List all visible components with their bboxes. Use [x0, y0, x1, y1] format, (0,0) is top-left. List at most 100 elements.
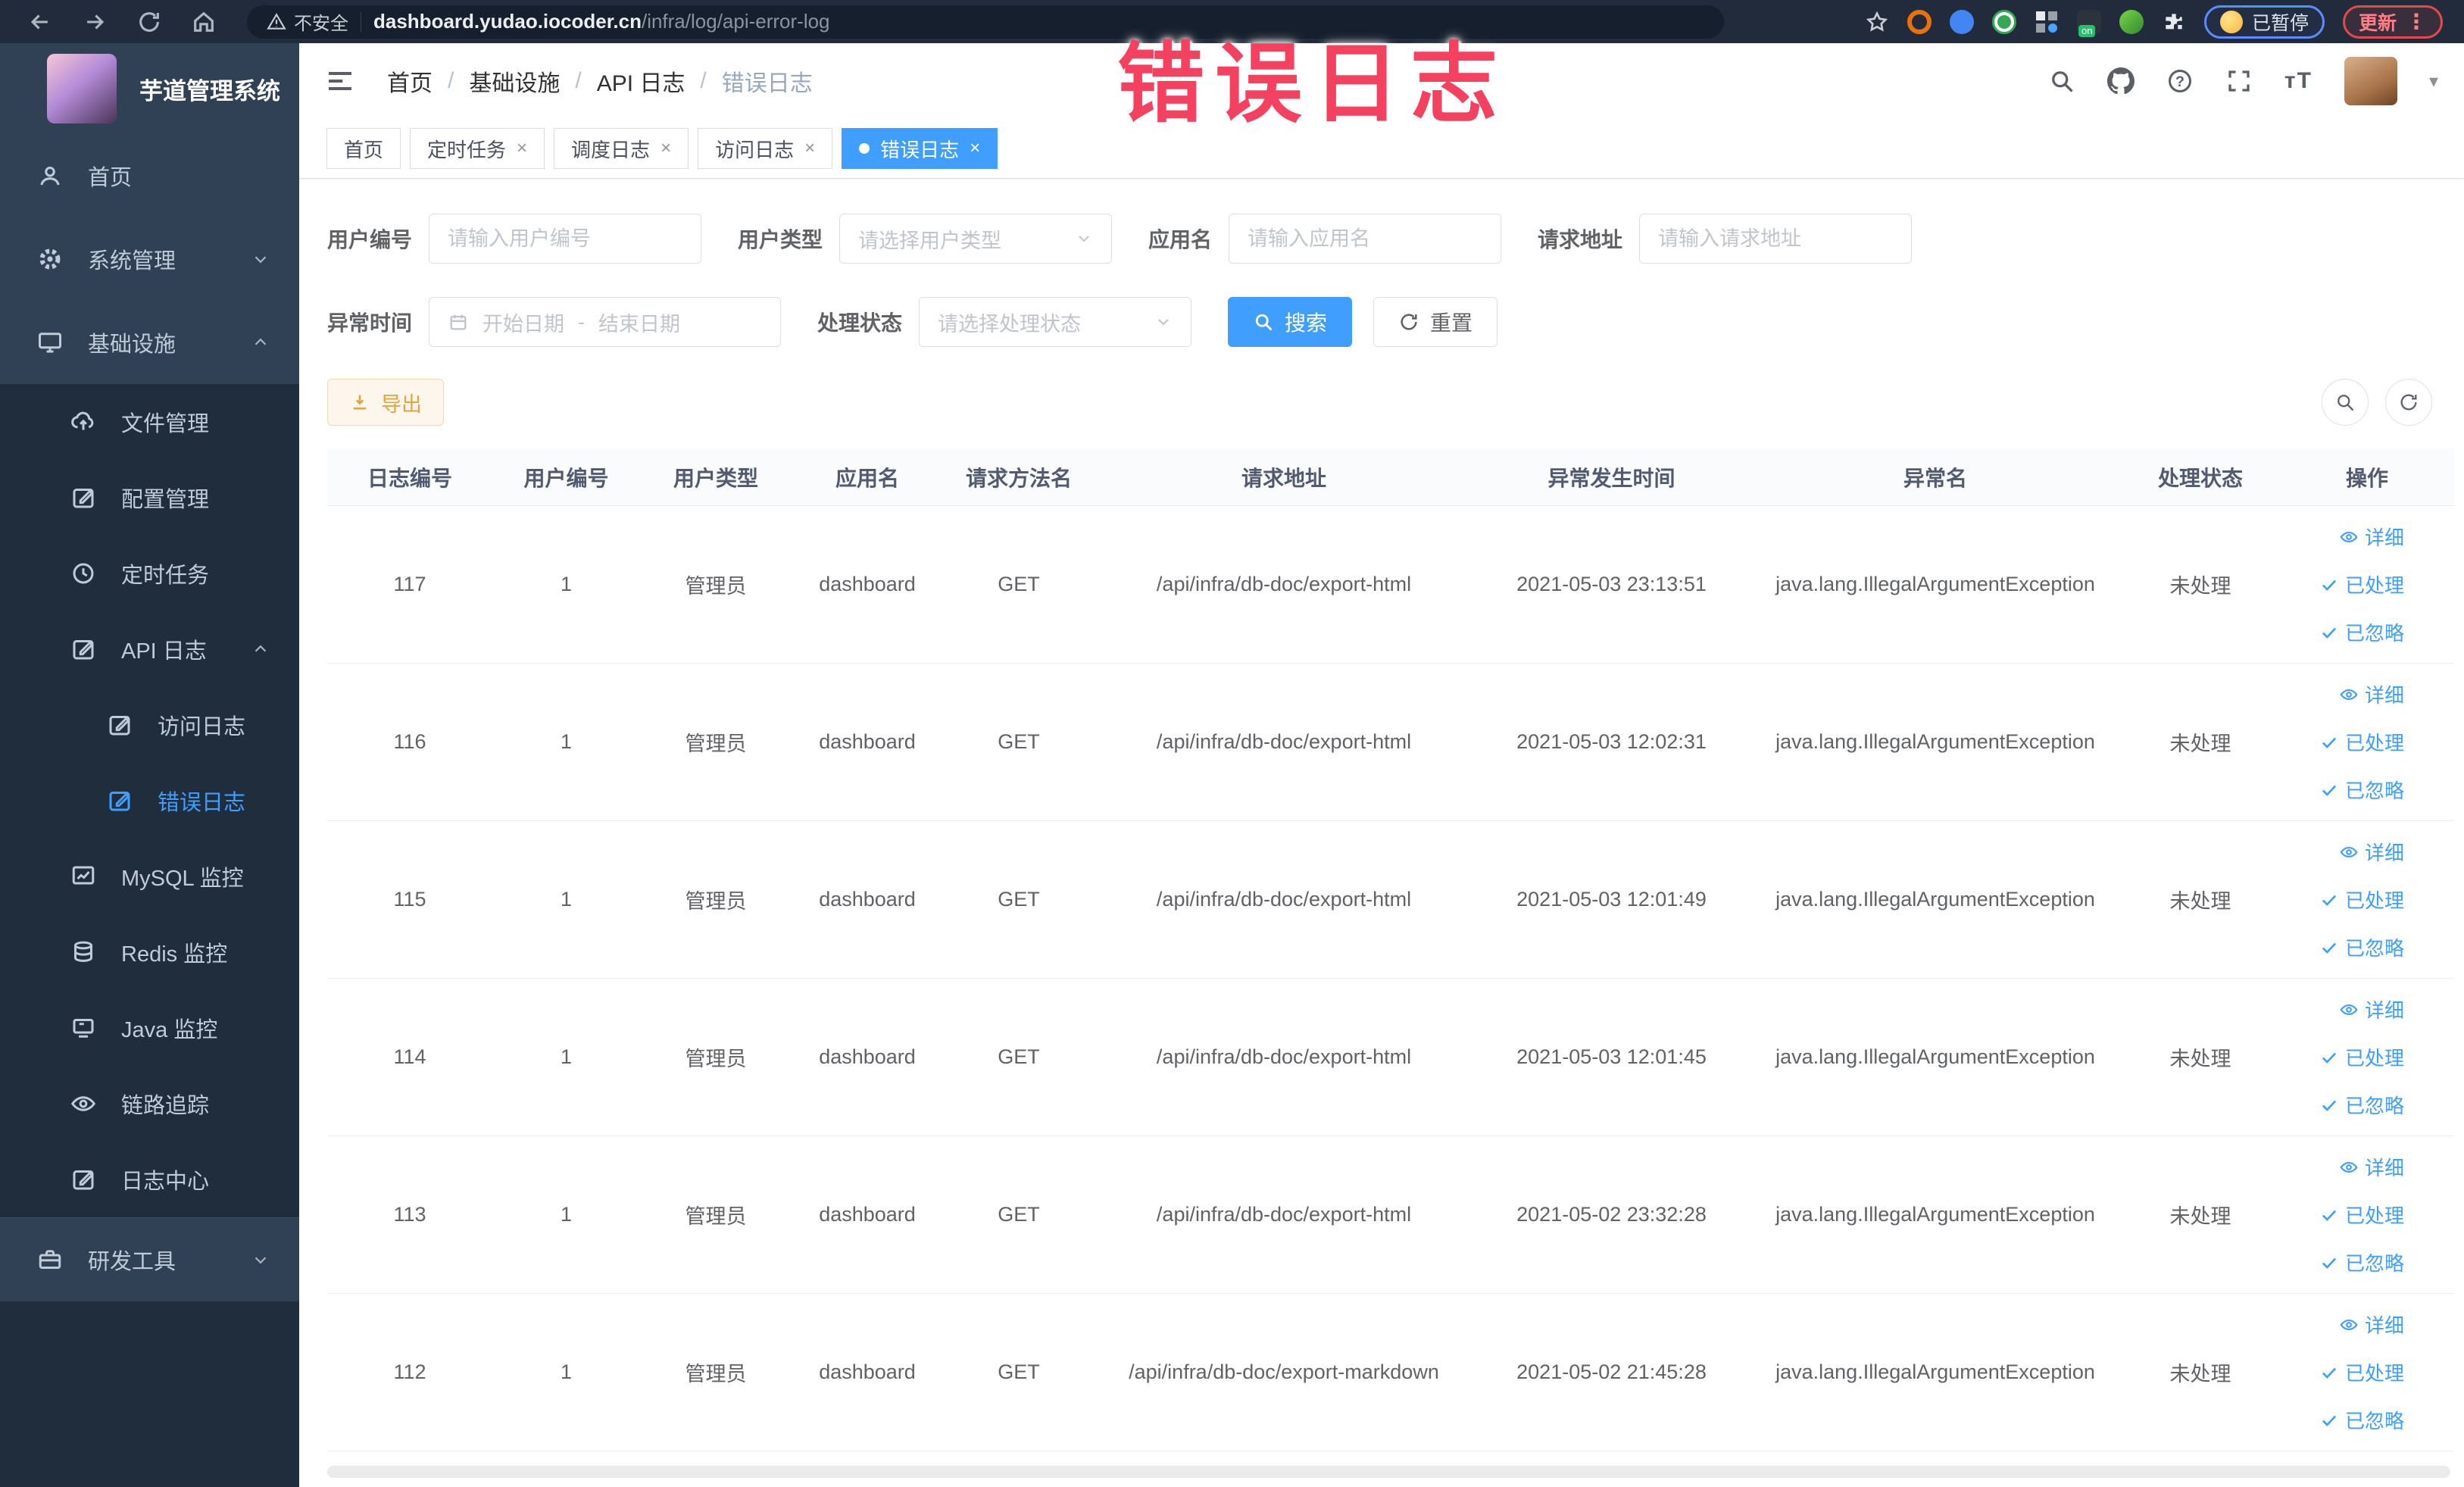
tab-错误日志[interactable]: 错误日志 ×	[842, 128, 998, 169]
ext-orange-icon[interactable]	[1907, 9, 1932, 34]
sidebar-item-访问日志[interactable]: 访问日志	[0, 687, 299, 763]
action-link-详细[interactable]: 详细	[2339, 995, 2404, 1023]
ext-switch-on-icon[interactable]: on	[2076, 9, 2101, 37]
action-link-已处理[interactable]: 已处理	[2319, 1043, 2404, 1071]
action-link-已处理[interactable]: 已处理	[2319, 728, 2404, 756]
not-secure-warning[interactable]: 不安全	[267, 8, 348, 35]
forward-icon[interactable]	[82, 9, 108, 35]
eye-icon	[2339, 1000, 2359, 1020]
action-link-已忽略[interactable]: 已忽略	[2319, 1406, 2404, 1434]
chevron-down-icon[interactable]: ▾	[2429, 70, 2438, 92]
user-id-input[interactable]	[448, 226, 683, 251]
action-link-详细[interactable]: 详细	[2339, 1310, 2404, 1339]
help-icon[interactable]: ?	[2166, 67, 2194, 95]
action-link-已忽略[interactable]: 已忽略	[2319, 1248, 2404, 1276]
action-link-已处理[interactable]: 已处理	[2319, 886, 2404, 914]
action-link-详细[interactable]: 详细	[2339, 838, 2404, 866]
sidebar-item-日志中心[interactable]: 日志中心	[0, 1142, 299, 1217]
sidebar: 芋道管理系统 首页 系统管理基础设施文件管理 配置管理 定时任务 API 日志访问日志错…	[0, 43, 299, 1487]
font-size-icon[interactable]: тT	[2284, 68, 2313, 94]
sidebar-item-label: API 日志	[121, 639, 207, 664]
ext-leaf-icon[interactable]	[2119, 9, 2144, 34]
action-link-已忽略[interactable]: 已忽略	[2319, 1091, 2404, 1119]
request-url-input[interactable]	[1658, 226, 1894, 251]
breadcrumb-api-log[interactable]: API 日志	[597, 64, 685, 98]
app-logo[interactable]: 芋道管理系统	[0, 43, 299, 134]
profile-paused-pill[interactable]: 已暂停	[2203, 5, 2325, 39]
update-button[interactable]: 更新 ⋮	[2342, 5, 2443, 39]
sidebar-item-基础设施[interactable]: 基础设施	[0, 301, 299, 384]
action-link-已处理[interactable]: 已处理	[2319, 1358, 2404, 1386]
process-status-select[interactable]: 请选择处理状态	[919, 297, 1192, 347]
back-icon[interactable]	[27, 9, 53, 35]
export-button[interactable]: 导出	[327, 379, 444, 426]
avatar[interactable]	[2344, 57, 2397, 105]
tab-调度日志[interactable]: 调度日志 ×	[554, 128, 689, 169]
fullscreen-icon[interactable]	[2225, 67, 2253, 95]
date-range-picker[interactable]: 开始日期 - 结束日期	[429, 297, 782, 347]
close-icon[interactable]: ×	[661, 139, 671, 158]
sidebar-item-研发工具[interactable]: 研发工具	[0, 1218, 299, 1301]
app-name-input[interactable]	[1248, 226, 1483, 251]
refresh-icon	[2398, 392, 2419, 413]
sidebar-item-链路追踪[interactable]: 链路追踪	[0, 1066, 299, 1142]
user-type-label: 用户类型	[738, 228, 823, 251]
toggle-search-button[interactable]	[2322, 379, 2369, 426]
github-icon[interactable]	[2106, 67, 2135, 95]
tab-访问日志[interactable]: 访问日志 ×	[698, 128, 833, 169]
search-button[interactable]: 搜索	[1228, 297, 1353, 347]
sidebar-item-API 日志[interactable]: API 日志	[0, 611, 299, 687]
ext-green-icon[interactable]	[1991, 9, 2016, 34]
check-icon	[2319, 733, 2339, 752]
check-icon	[2319, 938, 2339, 957]
ext-blue-icon[interactable]	[1949, 9, 1974, 34]
sidebar-item-Redis 监控[interactable]: Redis 监控	[0, 914, 299, 990]
action-label: 已忽略	[2344, 1252, 2404, 1275]
breadcrumb-infra[interactable]: 基础设施	[469, 64, 560, 98]
screen-icon	[70, 1014, 97, 1042]
sidebar-item-定时任务[interactable]: 定时任务	[0, 536, 299, 611]
refresh-table-button[interactable]	[2385, 379, 2432, 426]
extensions-puzzle-icon[interactable]	[2162, 10, 2186, 34]
sidebar-item-系统管理[interactable]: 系统管理	[0, 217, 299, 301]
tab-首页[interactable]: 首页	[326, 128, 401, 169]
user-icon	[36, 162, 64, 189]
close-icon[interactable]: ×	[517, 139, 527, 158]
ext-grid-icon[interactable]	[2035, 10, 2059, 34]
action-link-已处理[interactable]: 已处理	[2319, 570, 2404, 598]
sidebar-item-Java 监控[interactable]: Java 监控	[0, 990, 299, 1066]
sidebar-submenu: 文件管理 配置管理 定时任务 API 日志访问日志 错误日志 MySQL 监控 Redis …	[0, 384, 299, 1217]
breadcrumb-home[interactable]: 首页	[387, 64, 433, 98]
action-label: 已处理	[2344, 732, 2404, 754]
url-path: /infra/log/api-error-log	[641, 10, 830, 33]
action-link-详细[interactable]: 详细	[2339, 1153, 2404, 1181]
tab-定时任务[interactable]: 定时任务 ×	[410, 128, 545, 169]
sidebar-item-MySQL 监控[interactable]: MySQL 监控	[0, 839, 299, 914]
sidebar-menu: 首页 系统管理基础设施文件管理 配置管理 定时任务 API 日志访问日志 错误日志 MySQ…	[0, 134, 299, 1217]
kebab-menu-icon[interactable]: ⋮	[2406, 9, 2427, 34]
bookmark-star-icon[interactable]	[1865, 10, 1889, 34]
sidebar-item-首页[interactable]: 首页	[0, 134, 299, 217]
close-icon[interactable]: ×	[970, 139, 980, 158]
action-link-已忽略[interactable]: 已忽略	[2319, 618, 2404, 646]
sidebar-item-配置管理[interactable]: 配置管理	[0, 460, 299, 536]
reset-button[interactable]: 重置	[1373, 297, 1498, 347]
horizontal-scrollbar[interactable]	[327, 1466, 2450, 1478]
user-type-select[interactable]: 请选择用户类型	[839, 214, 1113, 264]
cell-method: GET	[998, 730, 1040, 753]
check-icon	[2319, 890, 2339, 910]
action-link-已处理[interactable]: 已处理	[2319, 1201, 2404, 1229]
action-link-已忽略[interactable]: 已忽略	[2319, 933, 2404, 961]
sidebar-item-label: 基础设施	[88, 333, 176, 357]
cell-id: 114	[393, 1045, 426, 1068]
action-link-详细[interactable]: 详细	[2339, 680, 2404, 708]
action-link-已忽略[interactable]: 已忽略	[2319, 776, 2404, 804]
reload-icon[interactable]	[136, 9, 162, 35]
hamburger-icon[interactable]	[325, 66, 355, 96]
search-icon[interactable]	[2048, 67, 2075, 95]
sidebar-item-文件管理[interactable]: 文件管理	[0, 384, 299, 460]
action-link-详细[interactable]: 详细	[2339, 523, 2404, 551]
home-icon[interactable]	[191, 9, 217, 35]
sidebar-item-错误日志[interactable]: 错误日志	[0, 763, 299, 839]
close-icon[interactable]: ×	[804, 139, 815, 158]
